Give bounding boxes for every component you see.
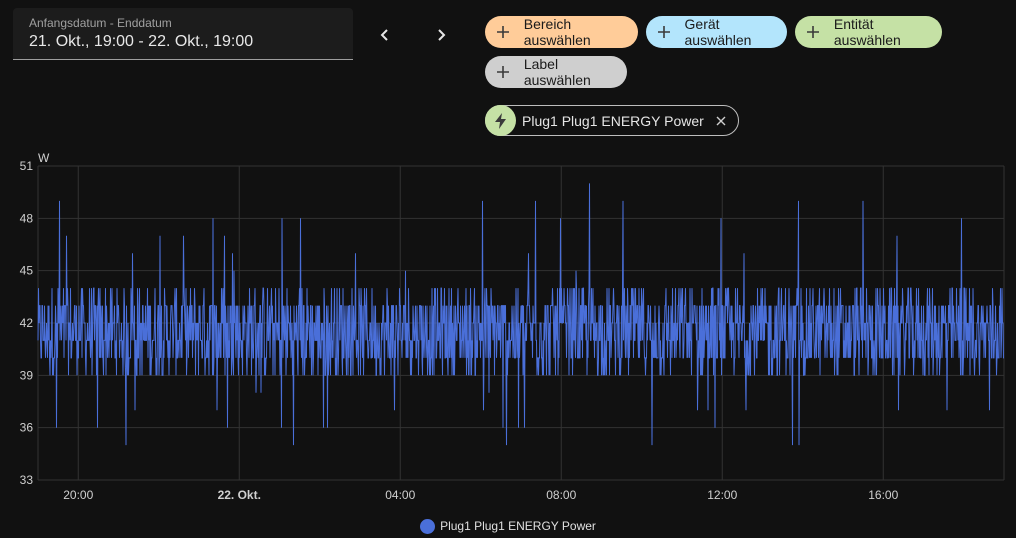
y-tick-label: 48: [20, 211, 34, 225]
series-line: [37, 183, 1004, 446]
y-tick-label: 45: [20, 264, 34, 278]
select-label-label: Label auswählen: [523, 56, 591, 88]
plus-icon: [493, 60, 514, 84]
plus-icon: [654, 20, 675, 44]
power-history-chart[interactable]: 33 36 39 42 45 48 51 W 20:00 22. Okt. 04:00 08:00 12…: [0, 148, 1016, 516]
select-area-label: Bereich auswählen: [523, 16, 591, 48]
lightning-bolt-icon: [485, 105, 516, 136]
chevron-left-icon: [380, 29, 388, 41]
date-range-picker[interactable]: Anfangsdatum - Enddatum 21. Okt., 19:00 …: [13, 8, 353, 60]
select-label-chip[interactable]: Label auswählen: [485, 56, 627, 88]
legend-label: Plug1 Plug1 ENERGY Power: [440, 519, 596, 533]
date-range-value: 21. Okt., 19:00 - 22. Okt., 19:00: [29, 33, 254, 50]
next-period-button[interactable]: [425, 19, 457, 51]
select-device-label: Gerät auswählen: [684, 16, 752, 48]
x-tick-label: 08:00: [546, 488, 576, 502]
x-tick-label: 12:00: [707, 488, 737, 502]
select-entity-chip[interactable]: Entität auswählen: [795, 16, 942, 48]
x-tick-label: 22. Okt.: [218, 488, 261, 502]
x-tick-label: 04:00: [385, 488, 415, 502]
select-area-chip[interactable]: Bereich auswählen: [485, 16, 638, 48]
chevron-right-icon: [438, 29, 446, 41]
y-tick-label: 36: [20, 421, 34, 435]
y-tick-label: 51: [20, 159, 34, 173]
selected-entity-name: Plug1 Plug1 ENERGY Power: [522, 112, 704, 129]
x-tick-label: 16:00: [868, 488, 898, 502]
date-range-label: Anfangsdatum - Enddatum: [29, 16, 172, 30]
select-device-chip[interactable]: Gerät auswählen: [646, 16, 787, 48]
close-icon: [716, 116, 726, 125]
y-tick-label: 39: [20, 368, 34, 382]
x-tick-label: 20:00: [63, 488, 93, 502]
y-tick-label: 33: [20, 473, 34, 487]
remove-entity-button[interactable]: [712, 112, 730, 130]
plus-icon: [493, 20, 514, 44]
select-entity-label: Entität auswählen: [833, 16, 901, 48]
y-axis-unit: W: [38, 151, 50, 165]
plus-icon: [803, 20, 824, 44]
chart-legend[interactable]: Plug1 Plug1 ENERGY Power: [0, 517, 1016, 535]
previous-period-button[interactable]: [369, 19, 401, 51]
selected-entity-chip: Plug1 Plug1 ENERGY Power: [485, 105, 739, 136]
y-tick-label: 42: [20, 316, 34, 330]
legend-color-dot: [420, 518, 436, 534]
